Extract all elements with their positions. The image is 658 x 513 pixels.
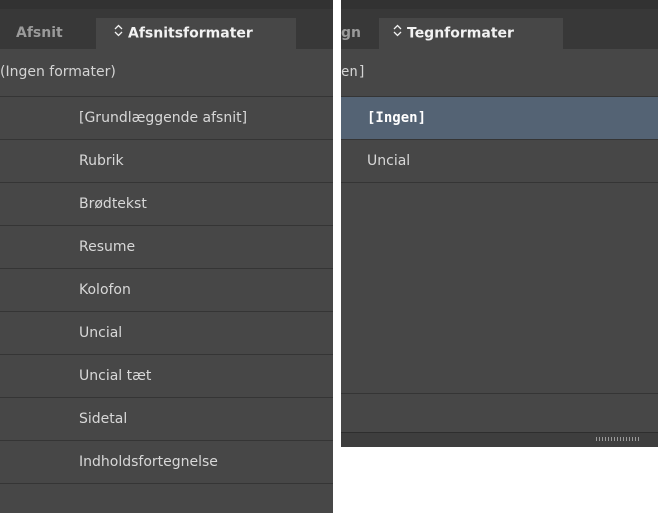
style-row-rubrik[interactable]: Rubrik bbox=[0, 140, 333, 183]
style-row-uncial[interactable]: Uncial bbox=[0, 312, 333, 355]
style-label: Brødtekst bbox=[79, 196, 147, 212]
paragraph-styles-panel: Afsnit Afsnitsformater (Ingen formater) … bbox=[0, 0, 333, 513]
style-row-kolofon[interactable]: Kolofon bbox=[0, 269, 333, 312]
style-row-uncial[interactable]: Uncial bbox=[341, 140, 658, 183]
style-label: [Ingen] bbox=[367, 110, 427, 126]
tab-label: Afsnit bbox=[16, 25, 63, 41]
tab-bar: gn Tegnformater bbox=[341, 9, 658, 49]
sort-arrows-icon bbox=[114, 18, 123, 49]
paragraph-style-list: [Grundlæggende afsnit] Rubrik Brødtekst … bbox=[0, 97, 333, 484]
tab-bar: Afsnit Afsnitsformater bbox=[0, 9, 333, 49]
style-label: Indholdsfortegnelse bbox=[79, 454, 218, 470]
style-row-sidetal[interactable]: Sidetal bbox=[0, 398, 333, 441]
tab-label: gn bbox=[341, 25, 361, 41]
style-label: Resume bbox=[79, 239, 136, 255]
style-label: Kolofon bbox=[79, 282, 131, 298]
tab-tegn[interactable]: gn bbox=[341, 18, 379, 49]
resize-grip-icon[interactable] bbox=[596, 437, 640, 441]
tab-label: Afsnitsformater bbox=[128, 25, 253, 42]
sort-arrows-icon bbox=[393, 18, 402, 49]
style-label: Rubrik bbox=[79, 153, 124, 169]
tab-label: Tegnformater bbox=[407, 25, 514, 42]
tab-afsnit[interactable]: Afsnit bbox=[0, 18, 96, 49]
character-styles-panel: gn Tegnformater en] [Ingen] Uncial bbox=[341, 0, 658, 447]
style-row-ingen[interactable]: [Ingen] bbox=[341, 97, 658, 140]
style-row-uncial-taet[interactable]: Uncial tæt bbox=[0, 355, 333, 398]
style-row-grundlaeggende-afsnit[interactable]: [Grundlæggende afsnit] bbox=[0, 97, 333, 140]
character-style-list: [Ingen] Uncial bbox=[341, 97, 658, 183]
panel-title-strip[interactable] bbox=[0, 0, 333, 9]
style-row-broedtekst[interactable]: Brødtekst bbox=[0, 183, 333, 226]
current-style-indicator: (Ingen formater) bbox=[0, 49, 333, 97]
style-label: [Grundlæggende afsnit] bbox=[79, 110, 248, 126]
style-label: Uncial bbox=[79, 325, 123, 341]
tab-afsnitsformater[interactable]: Afsnitsformater bbox=[96, 18, 296, 49]
style-label: Uncial tæt bbox=[79, 368, 152, 384]
style-label: Sidetal bbox=[79, 411, 128, 427]
current-style-label: (Ingen formater) bbox=[0, 64, 116, 80]
current-style-label: en] bbox=[341, 64, 367, 80]
panel-title-strip[interactable] bbox=[341, 0, 658, 9]
style-row-indholdsfortegnelse[interactable]: Indholdsfortegnelse bbox=[0, 441, 333, 484]
list-bottom-divider bbox=[341, 393, 658, 394]
tab-tegnformater[interactable]: Tegnformater bbox=[379, 18, 563, 49]
style-label: Uncial bbox=[367, 153, 411, 169]
current-style-indicator: en] bbox=[341, 49, 658, 97]
style-row-resume[interactable]: Resume bbox=[0, 226, 333, 269]
